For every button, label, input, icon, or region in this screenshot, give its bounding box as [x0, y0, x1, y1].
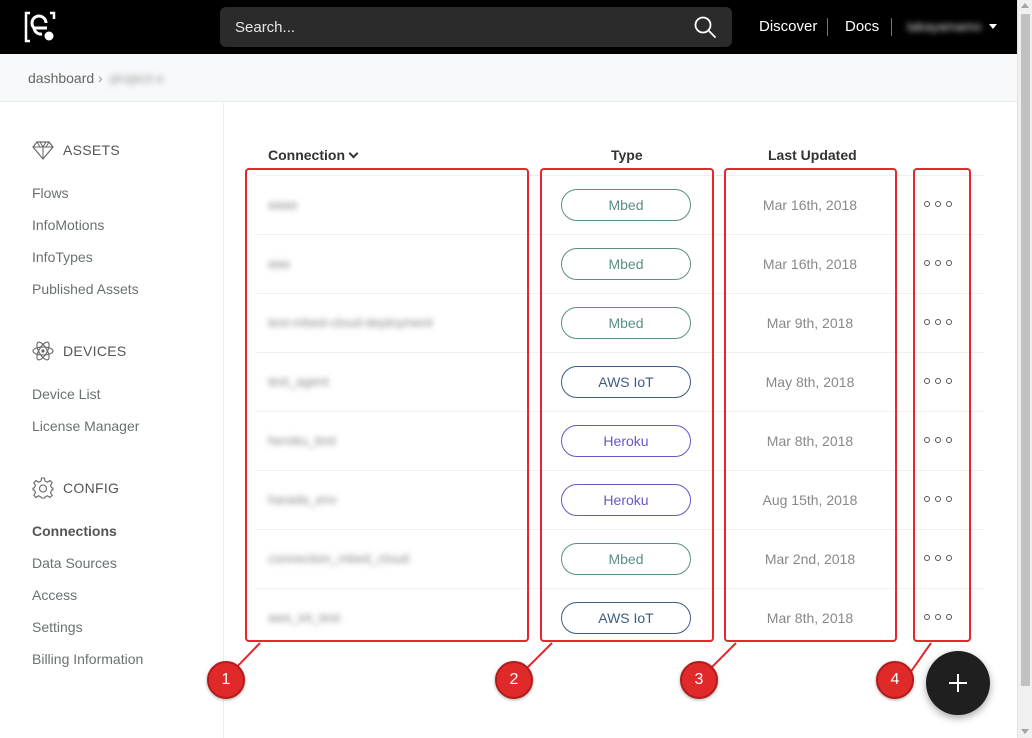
sidebar-section-label: ASSETS [63, 142, 121, 158]
sidebar-section-config: CONFIG [32, 476, 119, 500]
diamond-icon [32, 141, 54, 160]
sidebar-section-label: CONFIG [63, 480, 120, 496]
column-header-connection[interactable]: Connection [268, 147, 359, 163]
sidebar-item-data-sources[interactable]: Data Sources [32, 555, 117, 571]
nav-discover-link[interactable]: Discover [759, 18, 817, 35]
breadcrumb-separator: › [98, 70, 103, 86]
nav-docs-link[interactable]: Docs [845, 18, 879, 35]
search-icon[interactable] [694, 16, 716, 38]
page-scrollbar[interactable] [1017, 0, 1032, 738]
sidebar-section-devices: DEVICES [32, 339, 127, 363]
search-box[interactable] [220, 7, 732, 47]
annotation-marker-3: 3 [680, 661, 718, 699]
breadcrumb-dashboard-link[interactable]: dashboard [28, 70, 94, 86]
app-logo-icon[interactable] [24, 11, 56, 43]
sidebar-section-assets: ASSETS [32, 138, 120, 162]
column-header-last-updated: Last Updated [768, 147, 857, 163]
sidebar-item-published-assets[interactable]: Published Assets [32, 281, 139, 297]
annotation-box-actions-column [913, 168, 971, 642]
sidebar-item-billing-information[interactable]: Billing Information [32, 651, 143, 667]
caret-down-icon[interactable] [989, 24, 997, 29]
atom-icon [32, 341, 54, 361]
annotation-box-type-column [540, 168, 714, 642]
annotation-marker-1: 1 [207, 661, 245, 699]
sidebar-item-flows[interactable]: Flows [32, 185, 69, 201]
sidebar-item-device-list[interactable]: Device List [32, 386, 100, 402]
sidebar-item-infotypes[interactable]: InfoTypes [32, 249, 93, 265]
scrollbar-thumb[interactable] [1021, 14, 1030, 686]
breadcrumb-current: project-x [110, 70, 164, 86]
add-connection-button[interactable] [926, 651, 990, 715]
annotation-box-connection-column [245, 168, 529, 642]
chevron-down-icon[interactable] [348, 148, 359, 159]
sidebar-item-access[interactable]: Access [32, 587, 77, 603]
top-navbar: Discover Docs takayamamo [0, 0, 1017, 54]
scroll-down-arrow-icon[interactable] [1021, 729, 1029, 734]
column-header-label: Connection [268, 147, 345, 163]
nav-divider [891, 18, 892, 36]
annotation-box-date-column [724, 168, 897, 642]
column-header-type: Type [611, 147, 643, 163]
breadcrumb: dashboard › project-x [0, 54, 1017, 102]
user-name: takayamamo [907, 19, 982, 34]
sidebar-item-connections[interactable]: Connections [32, 523, 117, 539]
annotation-marker-2: 2 [495, 661, 533, 699]
sidebar-item-license-manager[interactable]: License Manager [32, 418, 139, 434]
sidebar: ASSETS Flows InfoMotions InfoTypes Publi… [0, 103, 224, 738]
nav-divider [827, 18, 828, 36]
sidebar-item-infomotions[interactable]: InfoMotions [32, 217, 104, 233]
scroll-up-arrow-icon[interactable] [1021, 3, 1029, 8]
annotation-marker-4: 4 [876, 661, 914, 699]
search-input[interactable] [220, 7, 680, 47]
gear-icon [32, 477, 54, 499]
user-menu[interactable]: takayamamo [907, 18, 997, 36]
sidebar-item-settings[interactable]: Settings [32, 619, 83, 635]
sidebar-section-label: DEVICES [63, 343, 127, 359]
